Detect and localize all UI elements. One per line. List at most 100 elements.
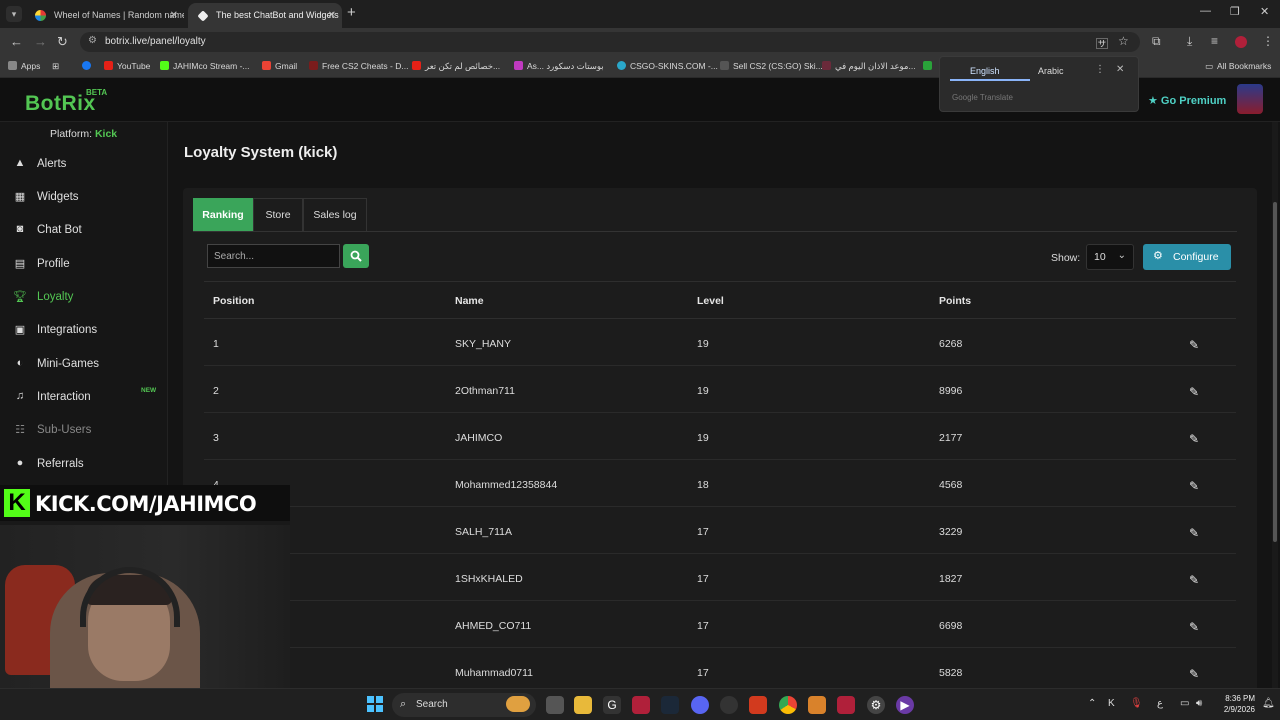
bookmark-sell-cs2[interactable]: Sell CS2 (CS:GO) Ski... — [720, 61, 823, 71]
star-icon[interactable]: ☆ — [1118, 34, 1129, 48]
media-player-icon[interactable]: ▶ — [896, 696, 914, 714]
sidebar-item-sub-users[interactable]: ☷ Sub-Users — [12, 420, 162, 442]
bookmark-arabic-1[interactable]: خصائص لم تكن تعر... — [412, 61, 500, 72]
bookmark-apps[interactable]: Apps — [8, 61, 40, 71]
csgo-skins-icon — [617, 61, 626, 70]
scrollbar-thumb[interactable] — [1273, 202, 1277, 542]
bookmark-gmail[interactable]: Gmail — [262, 61, 297, 71]
new-tab-icon[interactable]: + — [347, 4, 356, 21]
sidebar-item-mini-games[interactable]: ◐ Mini-Games — [12, 354, 162, 376]
reload-icon[interactable]: ↻ — [57, 34, 68, 50]
sidebar-item-interaction[interactable]: ♫ Interaction NEW — [12, 387, 162, 409]
close-icon[interactable]: ✕ — [1116, 64, 1124, 75]
translate-icon[interactable]: 🈂 — [1096, 35, 1108, 52]
cell-level: 17 — [697, 667, 709, 679]
translate-english-tab[interactable]: English — [970, 66, 1000, 76]
sidebar-item-loyalty[interactable]: 🏆︎ Loyalty — [12, 287, 162, 309]
discord-icon[interactable] — [691, 696, 709, 714]
bookmark-youtube[interactable]: YouTube — [104, 61, 150, 71]
maximize-icon[interactable]: ❐ — [1230, 5, 1240, 18]
close-icon[interactable]: ✕ — [170, 3, 178, 28]
gem-icon — [514, 61, 523, 70]
translate-arabic-tab[interactable]: Arabic — [1038, 66, 1064, 76]
back-icon[interactable]: ← — [10, 34, 23, 49]
g-hub-icon[interactable]: G — [603, 696, 621, 714]
menu-icon[interactable]: ⋮ — [1262, 34, 1274, 48]
minimize-icon[interactable]: — — [1200, 5, 1211, 17]
search-input[interactable] — [207, 244, 340, 268]
browser-tab-botrix[interactable]: The best ChatBot and Widgets ✕ — [188, 3, 342, 28]
search-button[interactable] — [343, 244, 369, 268]
close-icon[interactable]: ✕ — [328, 3, 336, 28]
all-bookmarks[interactable]: ▭ All Bookmarks — [1205, 61, 1271, 72]
music-icon: ♫ — [15, 390, 25, 402]
network-icon[interactable]: ▭ — [1180, 698, 1189, 709]
avatar[interactable] — [1237, 84, 1263, 114]
edit-pencil-icon[interactable]: ✎ — [1186, 573, 1202, 587]
edit-pencil-icon[interactable]: ✎ — [1186, 479, 1202, 493]
tab-store[interactable]: Store — [253, 198, 303, 231]
download-icon[interactable]: ⤓ — [1187, 34, 1192, 49]
bookmark-discord-posts[interactable]: As... بوستات دسكورد — [514, 61, 604, 72]
more-options-icon[interactable]: ⋮ — [1095, 64, 1105, 75]
sidebar-item-referrals[interactable]: ● Referrals — [12, 454, 162, 476]
app-icon[interactable] — [632, 696, 650, 714]
tab-search-icon[interactable]: ▾ — [6, 6, 22, 22]
app-icon[interactable] — [808, 696, 826, 714]
edit-pencil-icon[interactable]: ✎ — [1186, 432, 1202, 446]
profile-icon[interactable] — [1235, 36, 1247, 48]
sidebar-item-integrations[interactable]: ▣ Integrations — [12, 320, 162, 342]
file-explorer-icon[interactable] — [574, 696, 592, 714]
notification-icon[interactable]: 🔔︎ — [1262, 698, 1275, 709]
brave-icon[interactable] — [749, 696, 767, 714]
tab-sales-log[interactable]: Sales log — [303, 198, 367, 231]
mic-icon[interactable]: 🎙︎ — [1130, 698, 1143, 709]
volume-icon[interactable]: 🔊︎ — [1196, 698, 1202, 709]
extensions-icon[interactable]: ⧉ — [1152, 34, 1161, 49]
task-view-icon[interactable] — [546, 696, 564, 714]
system-clock[interactable]: 8:36 PM 2/9/2026 — [1215, 693, 1255, 715]
windows-start-icon[interactable] — [366, 696, 384, 714]
page-scrollbar[interactable] — [1272, 122, 1278, 688]
edit-pencil-icon[interactable]: ✎ — [1186, 620, 1202, 634]
sidebar-item-alerts[interactable]: ▲ Alerts — [12, 154, 162, 176]
site-info-icon[interactable]: ⚙ — [88, 35, 97, 46]
table-row: 5SALH_711A173229✎ — [204, 507, 1236, 554]
bookmark-csgo-skins[interactable]: CSGO-SKINS.COM -... — [617, 61, 718, 71]
edit-pencil-icon[interactable]: ✎ — [1186, 667, 1202, 681]
sidebar-item-widgets[interactable]: ▦ Widgets — [12, 187, 162, 209]
app-icon[interactable] — [837, 696, 855, 714]
window-close-icon[interactable]: ✕ — [1260, 5, 1269, 18]
cell-level: 17 — [697, 620, 709, 632]
tab-ranking[interactable]: Ranking — [193, 198, 253, 231]
edit-pencil-icon[interactable]: ✎ — [1186, 526, 1202, 540]
bookmark-prayer-times[interactable]: موعد الاذان اليوم في... — [822, 61, 916, 72]
go-premium-button[interactable]: ★ Go Premium — [1148, 94, 1226, 107]
page-size-select[interactable]: 10 ⌄ — [1086, 244, 1134, 270]
page-title: Loyalty System (kick) — [184, 144, 338, 161]
steam-icon[interactable] — [661, 696, 679, 714]
bookmark-cs2-cheats[interactable]: Free CS2 Cheats - D... — [309, 61, 408, 71]
edit-pencil-icon[interactable]: ✎ — [1186, 385, 1202, 399]
bookmark-jahimco[interactable]: JAHIMco Stream -... — [160, 61, 250, 71]
configure-button[interactable]: ⚙ Configure — [1143, 244, 1231, 270]
bookmark-extra[interactable] — [923, 61, 936, 71]
facebook-icon[interactable] — [82, 61, 95, 71]
sidebar-item-chat-bot[interactable]: ◙ Chat Bot — [12, 220, 162, 242]
settings-icon[interactable]: ⚙ — [867, 696, 885, 714]
cell-level: 17 — [697, 573, 709, 585]
chrome-icon[interactable] — [779, 696, 797, 714]
taskbar-search[interactable]: ⌕ Search — [392, 693, 536, 717]
obs-icon[interactable] — [720, 696, 738, 714]
forward-icon[interactable]: → — [34, 34, 47, 49]
input-language[interactable]: ع — [1157, 698, 1163, 709]
kick-tray-icon[interactable]: K — [1108, 698, 1115, 709]
address-toolbar: ← → ↻ ⚙ botrix.live/panel/loyalty 🈂 ☆ ⧉ … — [0, 28, 1280, 56]
tray-chevron-up-icon[interactable]: ⌃ — [1088, 698, 1096, 709]
sidebar-item-profile[interactable]: ▤ Profile — [12, 254, 162, 276]
media-icon[interactable]: ≡ — [1211, 34, 1218, 48]
browser-tab-wheel[interactable]: Wheel of Names | Random name ✕ — [26, 3, 184, 28]
edit-pencil-icon[interactable]: ✎ — [1186, 338, 1202, 352]
grid-icon[interactable]: ⊞ — [52, 61, 59, 72]
url-bar[interactable]: ⚙ botrix.live/panel/loyalty 🈂 ☆ — [80, 32, 1140, 52]
